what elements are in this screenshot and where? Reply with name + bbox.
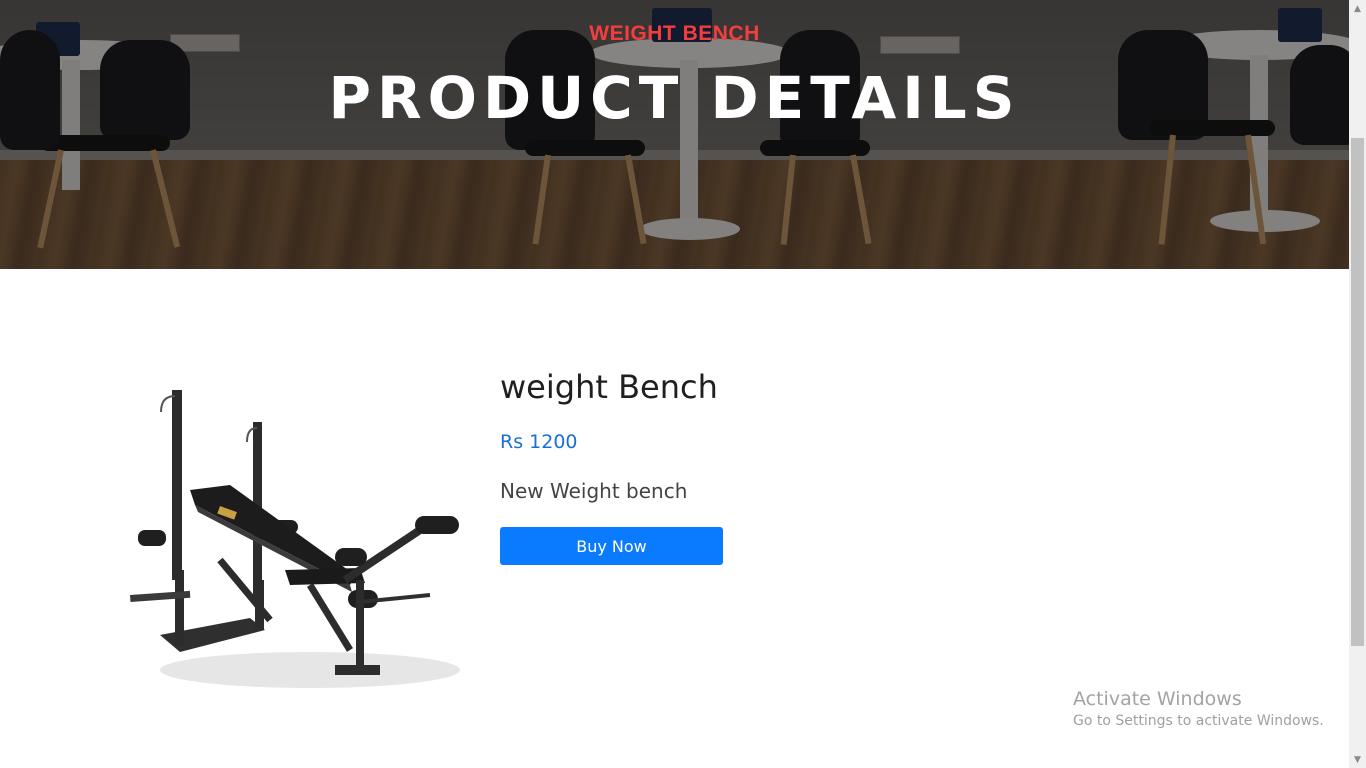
hero-banner: WEIGHT BENCH PRODUCT DETAILS: [0, 0, 1349, 269]
watermark-subtitle: Go to Settings to activate Windows.: [1073, 713, 1324, 729]
page-title: PRODUCT DETAILS: [328, 64, 1021, 132]
scrollbar-thumb[interactable]: [1351, 138, 1364, 646]
watermark-title: Activate Windows: [1073, 688, 1242, 710]
vertical-scrollbar[interactable]: ▲ ▼: [1349, 0, 1366, 768]
scroll-down-arrow-icon[interactable]: ▼: [1349, 751, 1366, 768]
buy-now-button[interactable]: Buy Now: [500, 527, 723, 565]
activation-watermark: Activate Windows Go to Settings to activ…: [1073, 688, 1324, 729]
upright-post: [172, 390, 182, 580]
product-price: Rs 1200: [500, 431, 578, 453]
product-name: weight Bench: [500, 368, 718, 406]
hero-subtitle: WEIGHT BENCH: [589, 22, 760, 45]
weight-bench-image: [130, 390, 460, 688]
product-description: New Weight bench: [500, 479, 688, 503]
scroll-up-arrow-icon[interactable]: ▲: [1349, 0, 1366, 17]
